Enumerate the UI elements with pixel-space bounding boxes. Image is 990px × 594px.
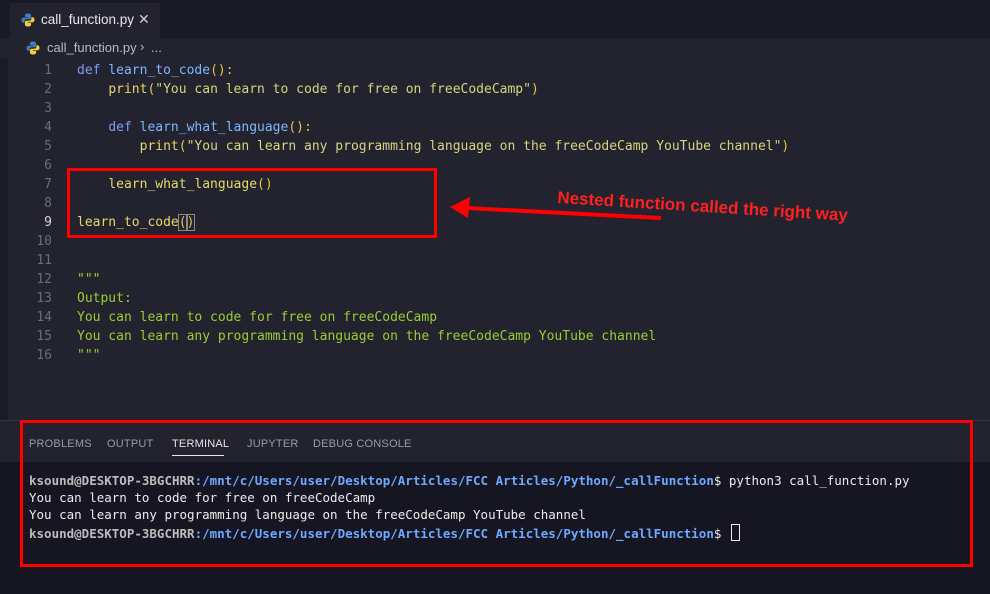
code-line[interactable]: 5 print("You can learn any programming l… <box>0 137 990 156</box>
terminal-highlight-box <box>20 420 973 567</box>
code-token: """ <box>77 348 101 363</box>
code-token: ) <box>781 139 790 154</box>
chevron-right-icon: › <box>140 39 145 54</box>
code-text: """ <box>77 346 100 365</box>
breadcrumb: call_function.py › ... <box>0 38 990 58</box>
code-line[interactable]: 16 """ <box>0 346 990 365</box>
code-token: learn_to_code <box>108 63 211 78</box>
code-text: You can learn any programming language o… <box>77 327 656 346</box>
line-number: 8 <box>44 196 52 211</box>
line-number: 5 <box>44 139 52 154</box>
breadcrumb-file[interactable]: call_function.py <box>47 40 137 55</box>
code-text: """ <box>77 270 100 289</box>
code-token: "You can learn any programming language … <box>186 139 782 154</box>
line-number: 15 <box>36 329 52 344</box>
code-token: (): <box>210 63 234 78</box>
code-text: print("You can learn any programming lan… <box>77 137 790 156</box>
code-token: """ <box>77 272 101 287</box>
code-line[interactable]: 2 print("You can learn to code for free … <box>0 80 990 99</box>
line-number: 14 <box>36 310 52 325</box>
python-icon <box>21 13 35 32</box>
code-line[interactable]: 3 <box>0 99 990 118</box>
code-text: def learn_what_language(): <box>77 118 312 137</box>
close-icon[interactable]: ✕ <box>138 11 150 28</box>
line-number: 4 <box>44 120 52 135</box>
code-token: ) <box>530 82 539 97</box>
code-line[interactable]: 12 """ <box>0 270 990 289</box>
code-token: Output: <box>77 291 132 306</box>
breadcrumb-more[interactable]: ... <box>151 40 162 55</box>
tab-label: call_function.py <box>41 12 135 27</box>
line-number: 11 <box>36 253 52 268</box>
line-number: 12 <box>36 272 52 287</box>
editor-tab-call-function[interactable]: call_function.py ✕ <box>10 3 160 38</box>
code-line[interactable]: 4 def learn_what_language(): <box>0 118 990 137</box>
code-token: def <box>108 120 140 135</box>
line-number: 13 <box>36 291 52 306</box>
code-text: print("You can learn to code for free on… <box>77 80 539 99</box>
code-text: You can learn to code for free on freeCo… <box>77 308 437 327</box>
code-token: You can learn to code for free on freeCo… <box>77 310 438 325</box>
code-token: def <box>77 63 109 78</box>
line-number: 10 <box>36 234 52 249</box>
code-token: (): <box>288 120 312 135</box>
nested-call-highlight-box <box>67 168 437 238</box>
line-number: 6 <box>44 158 52 173</box>
line-number: 9 <box>44 215 52 230</box>
code-token: You can learn any programming language o… <box>77 329 657 344</box>
code-text: def learn_to_code(): <box>77 61 234 80</box>
code-token: print <box>108 82 148 97</box>
code-token: ( <box>178 139 187 154</box>
code-line[interactable]: 13 Output: <box>0 289 990 308</box>
code-line[interactable]: 15 You can learn any programming language… <box>0 327 990 346</box>
code-line[interactable]: 1 def learn_to_code(): <box>0 61 990 80</box>
code-line[interactable]: 14 You can learn to code for free on free… <box>0 308 990 327</box>
line-number: 1 <box>44 63 52 78</box>
line-number: 3 <box>44 101 52 116</box>
code-line[interactable]: 11 <box>0 251 990 270</box>
line-number: 7 <box>44 177 52 192</box>
line-number: 16 <box>36 348 52 363</box>
code-token: print <box>139 139 179 154</box>
code-editor[interactable]: 1 def learn_to_code(): 2 print("You can le… <box>0 58 990 420</box>
code-token: learn_what_language <box>139 120 289 135</box>
code-token: "You can learn to code for free on freeC… <box>155 82 531 97</box>
code-text: Output: <box>77 289 132 308</box>
line-number: 2 <box>44 82 52 97</box>
editor-tab-bar: call_function.py ✕ <box>0 0 990 38</box>
